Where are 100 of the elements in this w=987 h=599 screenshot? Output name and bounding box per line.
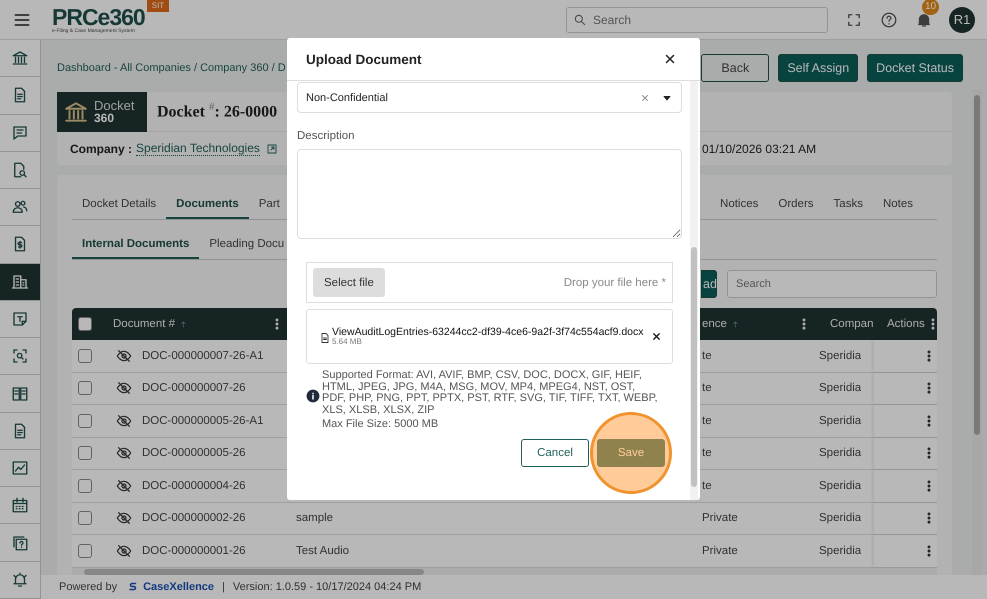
table-cell: DOC-000000005-26 [142,447,246,460]
tab[interactable]: Docket Details [72,190,166,219]
eye-off-icon [116,510,132,526]
file-name: ViewAuditLogEntries-63244cc2-df39-4ce6-9a2f-3f74c554acf9.docx [332,326,644,338]
table-cell: Speridia [819,480,862,492]
search-field[interactable]: Search [566,6,828,32]
drop-hint: Drop your file here * [564,276,666,288]
max-size-text: Max File Size: 5000 MB [322,419,440,430]
brand-name: CaseXellence [143,581,214,593]
notification-badge: 10 [922,0,940,14]
table-cell: DOC-000000001-26 [142,544,246,557]
version-text: Version: 1.0.59 - 10/17/2024 04:24 PM [232,581,422,593]
company-label: Company : [70,142,132,156]
table-cell: Speridia [819,544,862,557]
description-field[interactable] [297,149,682,239]
external-link-icon[interactable] [266,142,278,154]
eye-off-icon [116,380,132,396]
row-checkbox[interactable] [78,544,92,558]
row-checkbox[interactable] [78,511,92,526]
breadcrumb[interactable]: Dashboard - All Companies / Company 360 / D [57,62,286,74]
docket-date: 01/10/2026 03:21 AM [702,142,816,156]
search-field[interactable]: Search [727,270,937,298]
environment-badge: SIT [146,0,170,12]
table-cell: Speridia [819,447,862,460]
book-icon [11,384,29,403]
chat-icon [11,124,29,142]
powered-by-label: Powered by [59,581,118,593]
table-cell: Speridia [819,382,862,394]
user-avatar[interactable]: R1 [949,6,975,32]
chart-icon [11,459,29,478]
eye-off-icon [116,478,132,494]
back-button[interactable]: Back [701,54,770,82]
action-button[interactable]: Self Assign [778,54,858,82]
table-cell: Private [702,512,738,524]
remove-icon[interactable] [651,331,662,342]
file-icon [319,332,331,344]
note-icon [11,310,29,328]
table-cell: DOC-000000005-26-A1 [142,414,264,427]
field-label: Description [297,130,356,142]
search-icon [573,12,587,26]
calendar-icon [11,496,29,514]
row-checkbox[interactable] [78,317,92,331]
table-cell: sample [296,512,334,524]
column-header[interactable]: Compan [830,318,874,330]
eye-off-icon [116,348,132,364]
row-checkbox[interactable] [78,381,92,396]
tab[interactable]: Tasks [824,190,873,219]
company-link[interactable]: Speridian Technologies [136,141,260,156]
question-icon [11,534,29,552]
tab[interactable]: Notices [710,190,768,219]
upload-button[interactable]: ad [701,270,717,298]
alarm-icon [11,570,29,589]
table-cell: te [702,480,712,492]
info-icon [306,389,320,403]
row-checkbox[interactable] [78,446,92,460]
table-cell: Test Audio [296,544,350,557]
table-cell: te [702,382,712,394]
table-cell: DOC-000000004-26 [142,480,246,492]
docket-title: Docket $^{#}$: 26-0000 [157,101,278,122]
row-checkbox[interactable] [78,414,92,428]
tab[interactable]: Documents [166,190,249,219]
table-cell: te [702,414,712,427]
eye-off-icon [116,445,132,462]
tab[interactable]: Internal Documents [72,230,200,259]
close-icon[interactable] [663,52,677,66]
tab[interactable]: Orders [768,190,824,219]
row-checkbox[interactable] [78,348,92,363]
column-header[interactable]: ence [702,318,727,330]
badge-title: Docket [94,99,134,112]
table-cell: DOC-000000007-26-A1 [142,350,264,362]
file-size: 5.64 MB [332,338,362,346]
badge-subtitle: 360 [94,112,116,124]
table-cell: Speridia [819,414,862,427]
drop-zone[interactable]: Select file Drop your file here * [306,262,673,303]
tab[interactable]: Notes [872,190,923,219]
help-icon[interactable] [880,10,898,28]
search-document-icon [11,160,29,179]
table-cell: DOC-000000002-26 [142,512,246,524]
building-icon [11,272,29,291]
cancel-button[interactable]: Cancel [521,438,589,466]
row-checkbox[interactable] [78,478,92,493]
eye-off-icon [116,412,132,429]
table-cell: Speridia [819,512,862,524]
select-file-button[interactable]: Select file [313,268,385,297]
dialog-title: Upload Document [306,52,422,66]
column-header[interactable]: Document # [113,318,176,330]
separator: | [222,581,225,593]
table-cell: te [702,350,712,362]
tab[interactable]: Part [248,190,290,219]
dialog-scrollbar[interactable] [690,81,698,500]
table-cell: Speridia [819,350,862,362]
sidebar-item[interactable] [0,264,40,301]
action-button[interactable]: Docket Status [867,54,963,82]
table-cell: te [702,447,712,460]
supported-formats-text: Supported Format: AVI, AVIF, BMP, CSV, DOC, DOCX, GIF, HEIF, HTML, JPEG, JPG, M4A, MSG, MOV, MP4, MPEG4, NST, OST, PDF, PHP, PNG, PPT, PPTX, PST, RTF, SVG, TIF, TIFF, TXT, WEBP, XLS, XLSB, XLSX, ZIP [322,370,659,416]
column-header[interactable]: Actions [887,318,925,330]
logo: PRCe360 [52,6,145,28]
confidentiality-select[interactable]: Non-Confidential [297,82,682,113]
table-cell: Private [702,544,738,557]
vertical-scrollbar[interactable] [972,90,982,575]
